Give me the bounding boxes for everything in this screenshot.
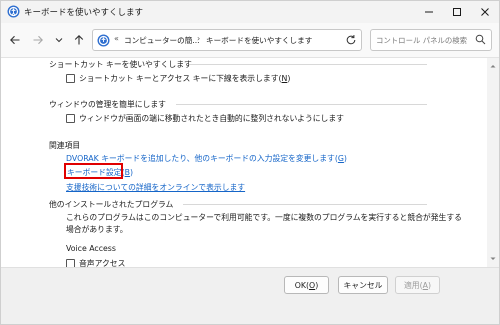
breadcrumb-current-page[interactable]: キーボードを使いやすくします [206, 35, 312, 46]
address-bar[interactable]: « コンピューターの簡... › キーボードを使いやすくします [92, 29, 426, 51]
checkbox-prevent-auto-arrange[interactable]: ウィンドウが画面の端に移動されたとき自動的に整列されないようにします [66, 113, 344, 124]
checkbox[interactable] [66, 259, 75, 267]
cancel-button[interactable]: キャンセル [338, 276, 388, 294]
up-arrow-icon [74, 35, 84, 45]
window-title: キーボードを使いやすくします [24, 8, 144, 18]
refresh-button[interactable] [343, 32, 359, 48]
minimize-button[interactable] [415, 1, 443, 23]
link-text-end: ) [129, 168, 134, 177]
recent-locations-button[interactable] [51, 32, 67, 48]
maximize-button[interactable] [443, 1, 471, 23]
checkbox[interactable] [66, 74, 75, 83]
highlight-annotation-box [64, 163, 123, 179]
checkbox-label: ショートカット キーとアクセス キーに下線を表示します( [79, 74, 282, 83]
section-title-related: 関連項目 [49, 141, 81, 150]
checkbox-underline-access-keys[interactable]: ショートカット キーとアクセス キーに下線を表示します(N) [66, 73, 290, 84]
scroll-down-arrow-icon[interactable] [487, 253, 499, 265]
control-panel-icon [97, 34, 110, 47]
button-label-end: ) [427, 280, 432, 290]
breadcrumb-separator: › [197, 34, 201, 43]
dialog-footer: OK(O) キャンセル 適用(A) [1, 267, 499, 324]
link-assistive-technology-online[interactable]: 支援技術についての詳細をオンラインで表示します [66, 182, 245, 193]
program-name-voice-access: Voice Access [66, 244, 116, 253]
back-arrow-icon [10, 35, 20, 45]
scroll-up-arrow-icon[interactable] [487, 60, 499, 72]
section-title-other-programs: 他のインストールされたプログラム [49, 200, 174, 209]
ease-of-access-icon [7, 5, 20, 18]
link-text-end: ) [343, 154, 347, 163]
other-programs-description: これらのプログラムはこのコンピューターで利用可能です。一度に複数のプログラムを実… [66, 213, 462, 234]
link-text: 支援技術についての詳細をオンラインで表示します [66, 183, 246, 192]
section-divider [176, 104, 427, 105]
search-input[interactable] [376, 33, 468, 47]
section-title-shortcut: ショートカット キーを使いやすくします [49, 60, 192, 69]
section-divider [183, 204, 427, 205]
close-button[interactable] [471, 1, 499, 23]
breadcrumb-ease-of-access[interactable]: コンピューターの簡... [124, 35, 200, 46]
checkbox-voice-access[interactable]: 音声アクセス [66, 258, 125, 267]
checkbox[interactable] [66, 114, 75, 123]
chevron-down-icon [55, 38, 63, 43]
checkbox-label-end: ) [287, 74, 291, 83]
section-divider [189, 64, 427, 65]
breadcrumb-overflow[interactable]: « [114, 34, 119, 43]
navigation-bar: « コンピューターの簡... › キーボードを使いやすくします [1, 23, 499, 58]
search-icon[interactable] [475, 34, 486, 47]
forward-arrow-icon [33, 35, 43, 45]
search-box[interactable] [370, 29, 492, 51]
checkbox-label: 音声アクセス [79, 259, 126, 267]
title-bar: キーボードを使いやすくします [1, 1, 499, 23]
forward-button[interactable] [30, 32, 46, 48]
close-icon [481, 8, 489, 16]
refresh-icon [346, 35, 356, 45]
vertical-scrollbar[interactable] [487, 58, 499, 267]
dialog-window: キーボードを使いやすくします « コンピューターの簡... › キーボードを使い… [0, 0, 500, 325]
checkbox-label: ウィンドウが画面の端に移動されたとき自動的に整列されないようにします [79, 114, 344, 123]
link-text: DVORAK キーボードを追加したり、他のキーボードの入力設定を変更します( [66, 154, 338, 163]
button-label-end: ) [315, 280, 319, 290]
button-label: OK( [294, 280, 310, 290]
ok-button[interactable]: OK(O) [284, 276, 329, 294]
up-button[interactable] [71, 32, 87, 48]
apply-button[interactable]: 適用(A) [395, 276, 440, 294]
maximize-icon [453, 8, 461, 16]
section-title-window-management: ウィンドウの管理を簡単にします [49, 100, 166, 109]
back-button[interactable] [7, 32, 23, 48]
minimize-icon [425, 11, 433, 13]
button-label: 適用( [403, 280, 423, 290]
